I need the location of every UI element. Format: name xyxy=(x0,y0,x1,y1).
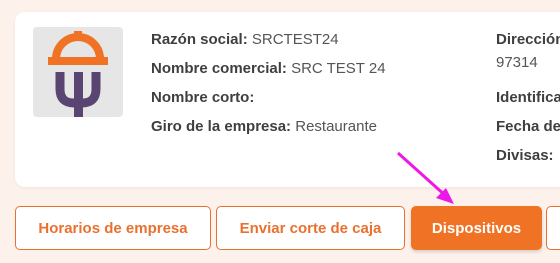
field-label: Divisas: xyxy=(496,147,554,164)
field-label: Fecha de xyxy=(496,118,560,135)
field-direccion: Dirección 97314 xyxy=(496,30,560,71)
field-nombre-comercial: Nombre comercial: SRC TEST 24 xyxy=(151,59,386,88)
company-info-list-right: Dirección 97314 Identifica Fecha de Divi… xyxy=(496,30,560,175)
company-info-list: Razón social: SRCTEST24 Nombre comercial… xyxy=(151,30,386,146)
field-label: Identifica xyxy=(496,89,560,106)
field-label: Giro de la empresa: xyxy=(151,118,292,135)
dispositivos-button[interactable]: Dispositivos xyxy=(411,206,542,250)
field-divisas: Divisas: xyxy=(496,146,560,175)
field-label: Dirección xyxy=(496,31,560,48)
field-identificacion: Identifica xyxy=(496,88,560,117)
field-label: Razón social: xyxy=(151,31,248,48)
field-label: Nombre comercial: xyxy=(151,60,287,77)
enviar-corte-caja-button[interactable]: Enviar corte de caja xyxy=(216,206,405,250)
field-label: Nombre corto: xyxy=(151,89,255,106)
field-nombre-corto: Nombre corto: xyxy=(151,88,386,117)
arrow-pointer-icon xyxy=(396,151,454,204)
field-value: SRCTEST24 xyxy=(251,31,339,48)
field-giro: Giro de la empresa: Restaurante xyxy=(151,117,386,146)
horarios-empresa-button[interactable]: Horarios de empresa xyxy=(15,206,211,250)
next-button-partial[interactable] xyxy=(546,206,560,250)
field-razon-social: Razón social: SRCTEST24 xyxy=(151,30,386,59)
field-value: SRC TEST 24 xyxy=(291,60,386,77)
restaurant-cloche-logo-icon xyxy=(48,31,108,117)
company-logo xyxy=(33,27,123,117)
field-fecha: Fecha de xyxy=(496,117,560,146)
field-value: 97314 xyxy=(496,54,538,71)
field-value: Restaurante xyxy=(295,118,377,135)
